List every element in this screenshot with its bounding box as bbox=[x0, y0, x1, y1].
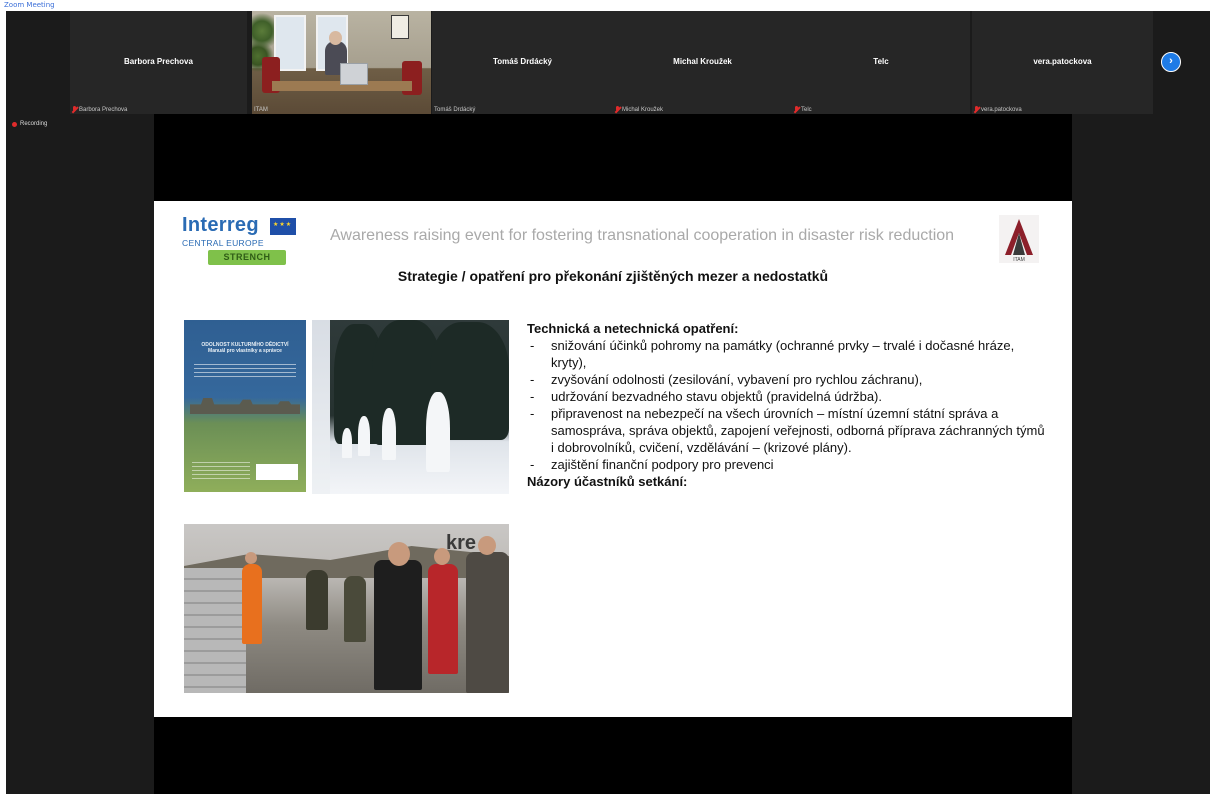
bullet-item: udržování bezvadného stavu objektů (prav… bbox=[527, 388, 1047, 405]
presentation-slide: Interreg CENTRAL EUROPE STRENCH Awarenes… bbox=[154, 201, 1072, 717]
head-shape bbox=[329, 31, 342, 45]
bullet-item: připravenost na nebezpečí na všech úrovn… bbox=[527, 405, 1047, 456]
record-dot-icon bbox=[12, 121, 17, 127]
mic-muted-icon bbox=[974, 106, 979, 113]
caption-label: Barbora Prechova bbox=[79, 106, 128, 113]
snow-statues-photo bbox=[312, 320, 509, 494]
recording-label: Recording bbox=[20, 121, 48, 127]
participant-caption: vera.patockova bbox=[974, 106, 1022, 113]
castle-shape bbox=[190, 398, 300, 414]
laptop-shape bbox=[340, 63, 368, 85]
participant-caption: Tomáš Drdácký bbox=[434, 107, 475, 113]
picture-frame-shape bbox=[391, 15, 409, 39]
bullet-item: snižování účinků pohromy na památky (och… bbox=[527, 337, 1047, 371]
chevron-right-icon[interactable]: › bbox=[1161, 52, 1181, 72]
bullet-list: snižování účinků pohromy na památky (och… bbox=[527, 337, 1047, 473]
participant-tile[interactable]: Michal Kroužek Michal Kroužek bbox=[613, 11, 792, 114]
caption-label: ITAM bbox=[254, 107, 268, 113]
interreg-logo: Interreg CENTRAL EUROPE STRENCH bbox=[182, 214, 302, 270]
participant-name: Telc bbox=[873, 57, 889, 66]
participant-name: Barbora Prechova bbox=[124, 57, 193, 66]
app-indicator: Zoom Meeting bbox=[4, 1, 55, 9]
strench-badge: STRENCH bbox=[208, 250, 286, 265]
participant-name: Tomáš Drdácký bbox=[493, 57, 552, 66]
meeting-window: Barbora Prechova Barbora Prechova ITAM T… bbox=[6, 11, 1210, 794]
booklet-cover-image: ODOLNOST KULTURNÍHO DĚDICTVÍ Manuál pro v… bbox=[184, 320, 306, 492]
screen-share-area: Interreg CENTRAL EUROPE STRENCH Awarenes… bbox=[154, 114, 1072, 794]
participant-caption: Barbora Prechova bbox=[72, 106, 127, 113]
bullet-item: zvyšování odolnosti (zesilování, vybaven… bbox=[527, 371, 1047, 388]
itam-logo-text: ITAM bbox=[1013, 257, 1025, 263]
participant-tile[interactable]: vera.patockova vera.patockova bbox=[972, 11, 1153, 114]
participant-caption: Telc bbox=[794, 106, 812, 113]
caption-label: Tomáš Drdácký bbox=[434, 107, 476, 113]
slide-content: Technická a netechnická opatření: snižov… bbox=[527, 320, 1047, 490]
logo-word: Interreg bbox=[182, 214, 259, 236]
participant-tile[interactable]: Telc Telc bbox=[792, 11, 970, 114]
logo-sub: CENTRAL EUROPE bbox=[182, 238, 264, 248]
participant-caption: Michal Kroužek bbox=[615, 106, 663, 113]
flood-barrier-photo: kre bbox=[184, 524, 509, 693]
caption-label: vera.patockova bbox=[981, 106, 1022, 113]
interreg-small-logo bbox=[256, 464, 298, 480]
slide-header: Awareness raising event for fostering tr… bbox=[330, 227, 955, 244]
caption-label: Michal Kroužek bbox=[622, 106, 664, 113]
participant-tile[interactable]: Barbora Prechova Barbora Prechova bbox=[70, 11, 247, 114]
participant-name: Michal Kroužek bbox=[673, 57, 732, 66]
eu-flag-icon bbox=[270, 218, 296, 235]
participant-tile-video[interactable]: ITAM bbox=[252, 11, 431, 114]
participant-name: vera.patockova bbox=[1033, 57, 1092, 66]
mic-muted-icon bbox=[615, 106, 620, 113]
recording-indicator: Recording bbox=[12, 121, 47, 127]
itam-logo: ITAM bbox=[999, 215, 1039, 263]
slide-subtitle: Strategie / opatření pro překonání zjišt… bbox=[397, 268, 829, 284]
mic-muted-icon bbox=[794, 106, 799, 113]
booklet-title: ODOLNOST KULTURNÍHO DĚDICTVÍ Manuál pro v… bbox=[201, 342, 289, 354]
content-heading-2: Názory účastníků setkání: bbox=[527, 474, 688, 489]
bullet-item: zajištění finanční podpory pro prevenci bbox=[527, 456, 1047, 473]
participant-caption: ITAM bbox=[254, 107, 268, 113]
content-heading: Technická a netechnická opatření: bbox=[527, 321, 739, 336]
barrier-shape bbox=[184, 568, 246, 693]
caption-label: Telc bbox=[801, 106, 812, 113]
mic-muted-icon bbox=[72, 106, 77, 113]
participant-tile[interactable]: Tomáš Drdácký Tomáš Drdácký bbox=[432, 11, 613, 114]
participant-strip: Barbora Prechova Barbora Prechova ITAM T… bbox=[6, 11, 1210, 114]
title-bar: Zoom Meeting bbox=[0, 0, 1210, 11]
